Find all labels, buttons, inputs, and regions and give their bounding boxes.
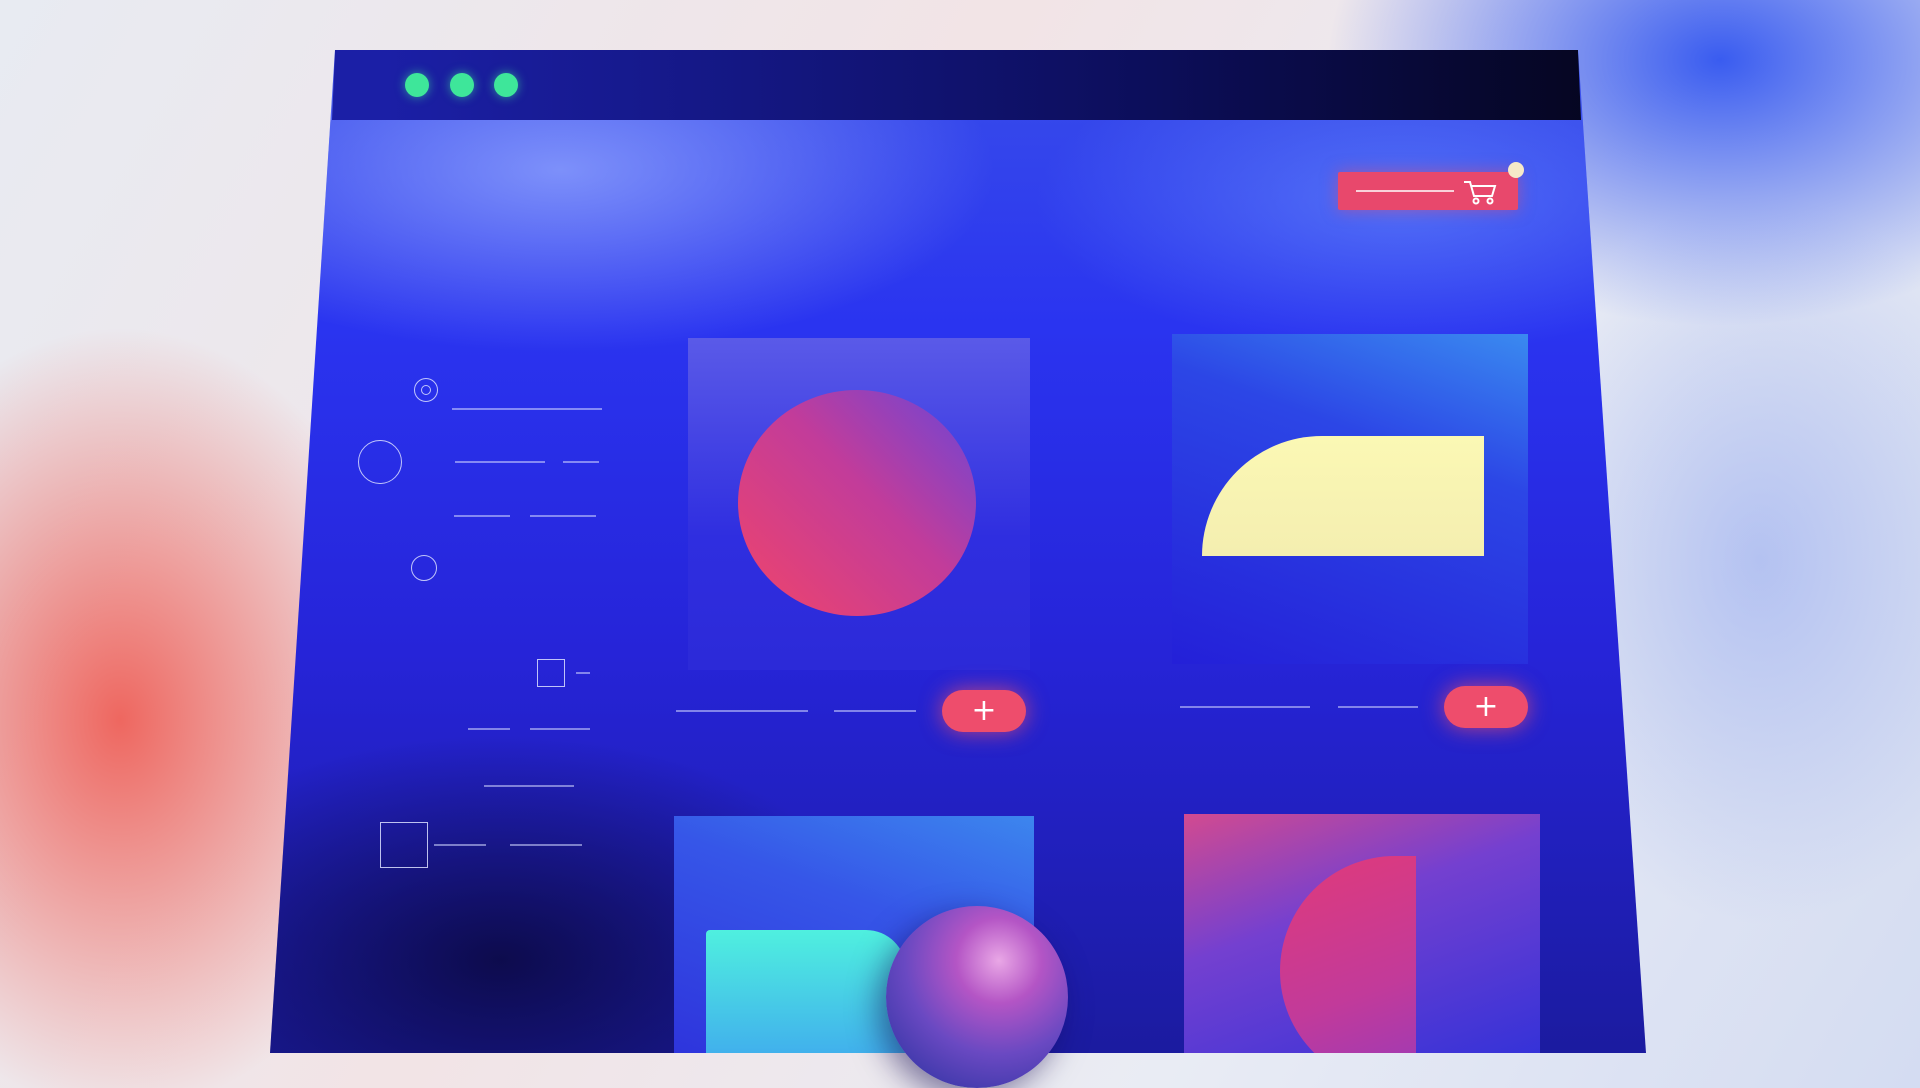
filter-line [563, 461, 599, 463]
decorative-sphere [886, 906, 1068, 1088]
product-title-line [1180, 706, 1310, 708]
filter-line [510, 844, 582, 846]
filter-circle-icon[interactable] [358, 440, 402, 484]
product-image-circle [738, 390, 976, 616]
filter-line [530, 728, 590, 730]
cart-icon [1464, 181, 1497, 205]
product-image-block [706, 930, 906, 1053]
filter-line [454, 515, 510, 517]
filter-dot-icon [421, 385, 431, 395]
product-price-line [834, 710, 916, 712]
product-image-slab [1202, 436, 1484, 556]
product-price-line [1338, 706, 1418, 708]
window-titlebar [332, 50, 1581, 120]
product-image-half-disc [1280, 856, 1416, 1053]
add-to-cart-button[interactable]: + [942, 690, 1026, 732]
add-to-cart-button[interactable]: + [1444, 686, 1528, 728]
cart-label-placeholder [1356, 190, 1454, 192]
product-card[interactable] [688, 338, 1030, 670]
product-card[interactable] [1172, 334, 1528, 664]
maximize-dot[interactable] [494, 73, 518, 97]
filter-line [530, 515, 596, 517]
product-card[interactable] [1184, 814, 1540, 1053]
close-dot[interactable] [405, 73, 429, 97]
filter-line [434, 844, 486, 846]
filter-line [455, 461, 545, 463]
cart-button[interactable] [1338, 162, 1524, 210]
filter-square-icon[interactable] [380, 822, 428, 868]
minimize-dot[interactable] [450, 73, 474, 97]
cart-badge [1508, 162, 1524, 178]
filter-line [468, 728, 510, 730]
filter-line [452, 408, 602, 410]
filter-checkbox-icon[interactable] [537, 659, 565, 687]
filter-small-circle-icon[interactable] [411, 555, 437, 581]
filter-line [576, 672, 590, 674]
product-title-line [676, 710, 808, 712]
filter-line [484, 785, 574, 787]
